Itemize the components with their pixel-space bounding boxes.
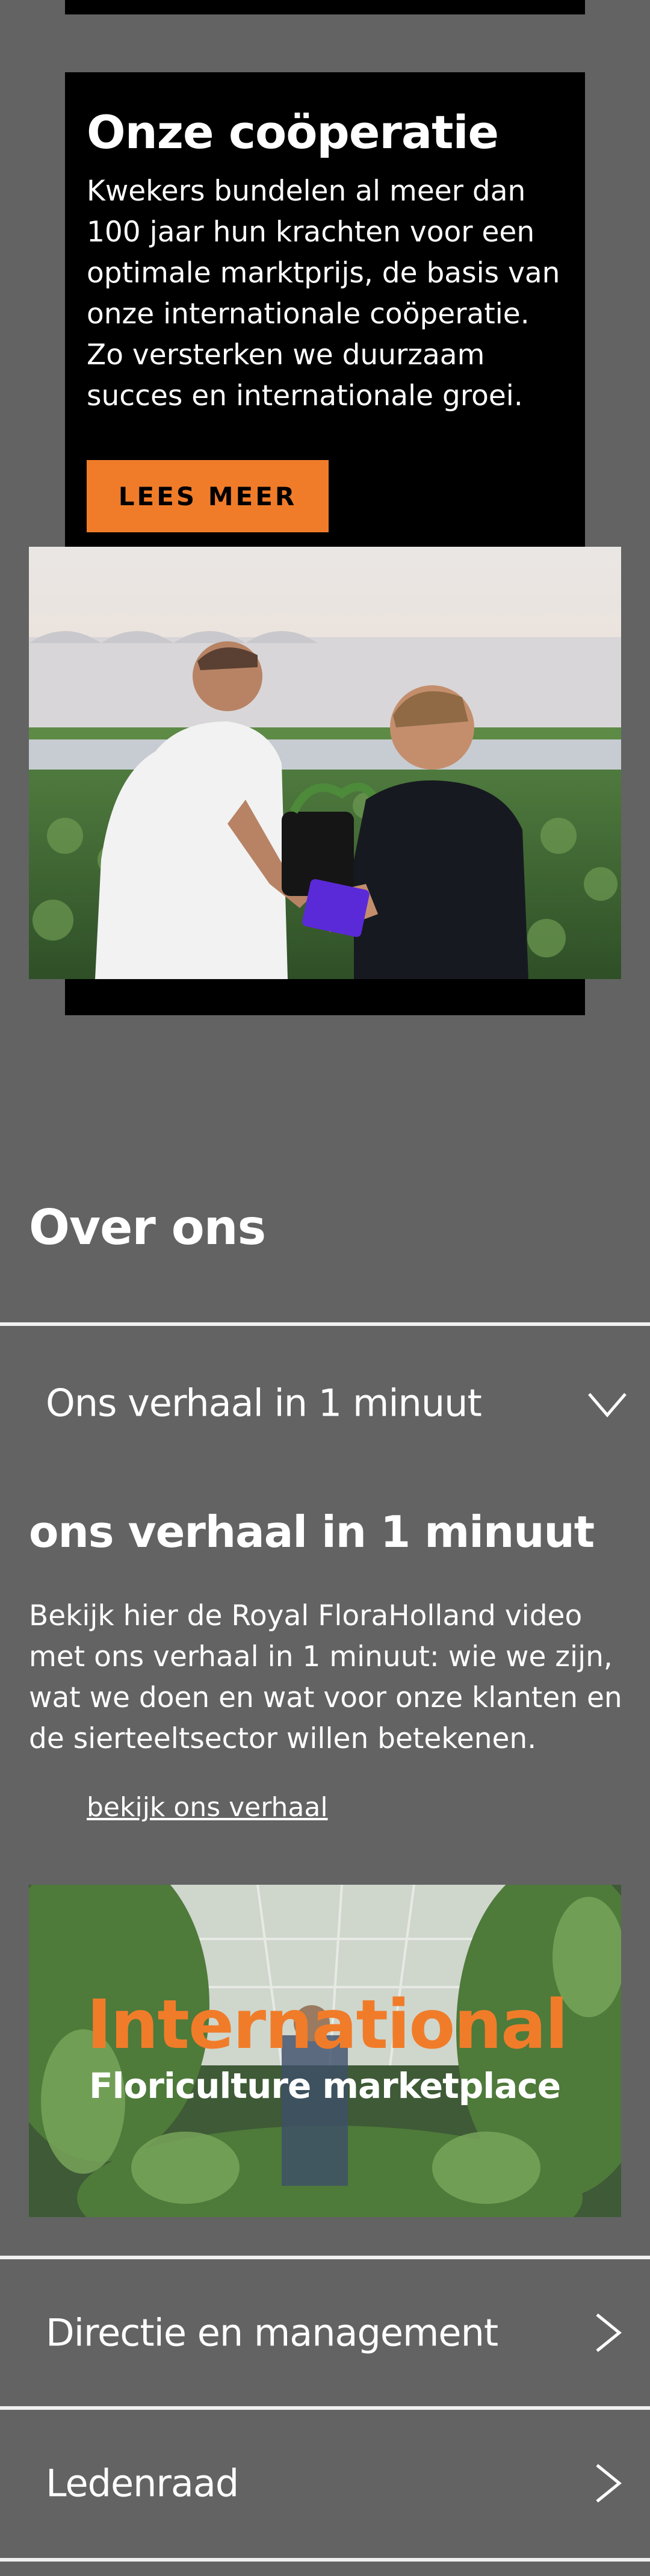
cooperation-text: Kwekers bundelen al meer dan 100 jaar hu… xyxy=(87,175,560,412)
story-title: ons verhaal in 1 minuut xyxy=(29,1507,595,1557)
watch-story-link[interactable]: bekijk ons verhaal xyxy=(87,1792,328,1823)
chevron-right-icon xyxy=(586,2312,628,2354)
chevron-down-icon xyxy=(586,1382,628,1424)
top-card-edge xyxy=(65,0,585,14)
accordion-divider xyxy=(0,1322,650,1326)
story-text: Bekijk hier de Royal FloraHolland video … xyxy=(29,1599,622,1755)
accordion-item-members-council[interactable]: Ledenraad xyxy=(0,2410,650,2557)
accordion-item-management[interactable]: Directie en management xyxy=(0,2259,650,2406)
accordion-item-label: Directie en management xyxy=(46,2310,498,2355)
cooperation-title: Onze coöperatie xyxy=(87,105,499,159)
accordion-divider xyxy=(0,2558,650,2562)
about-section-title: Over ons xyxy=(29,1199,266,1255)
accordion-item-label: Ons verhaal in 1 minuut xyxy=(46,1381,482,1425)
video-title-line1: International xyxy=(87,1986,568,2064)
video-title-line2: Floriculture marketplace xyxy=(89,2065,561,2106)
accordion-item-label: Ledenraad xyxy=(46,2461,239,2506)
read-more-button[interactable]: LEES MEER xyxy=(87,460,329,532)
story-video[interactable]: International Floriculture marketplace xyxy=(29,1885,621,2217)
chevron-right-icon xyxy=(586,2462,628,2504)
accordion-item-story[interactable]: Ons verhaal in 1 minuut xyxy=(0,1331,650,1475)
growers-photo xyxy=(29,547,621,979)
